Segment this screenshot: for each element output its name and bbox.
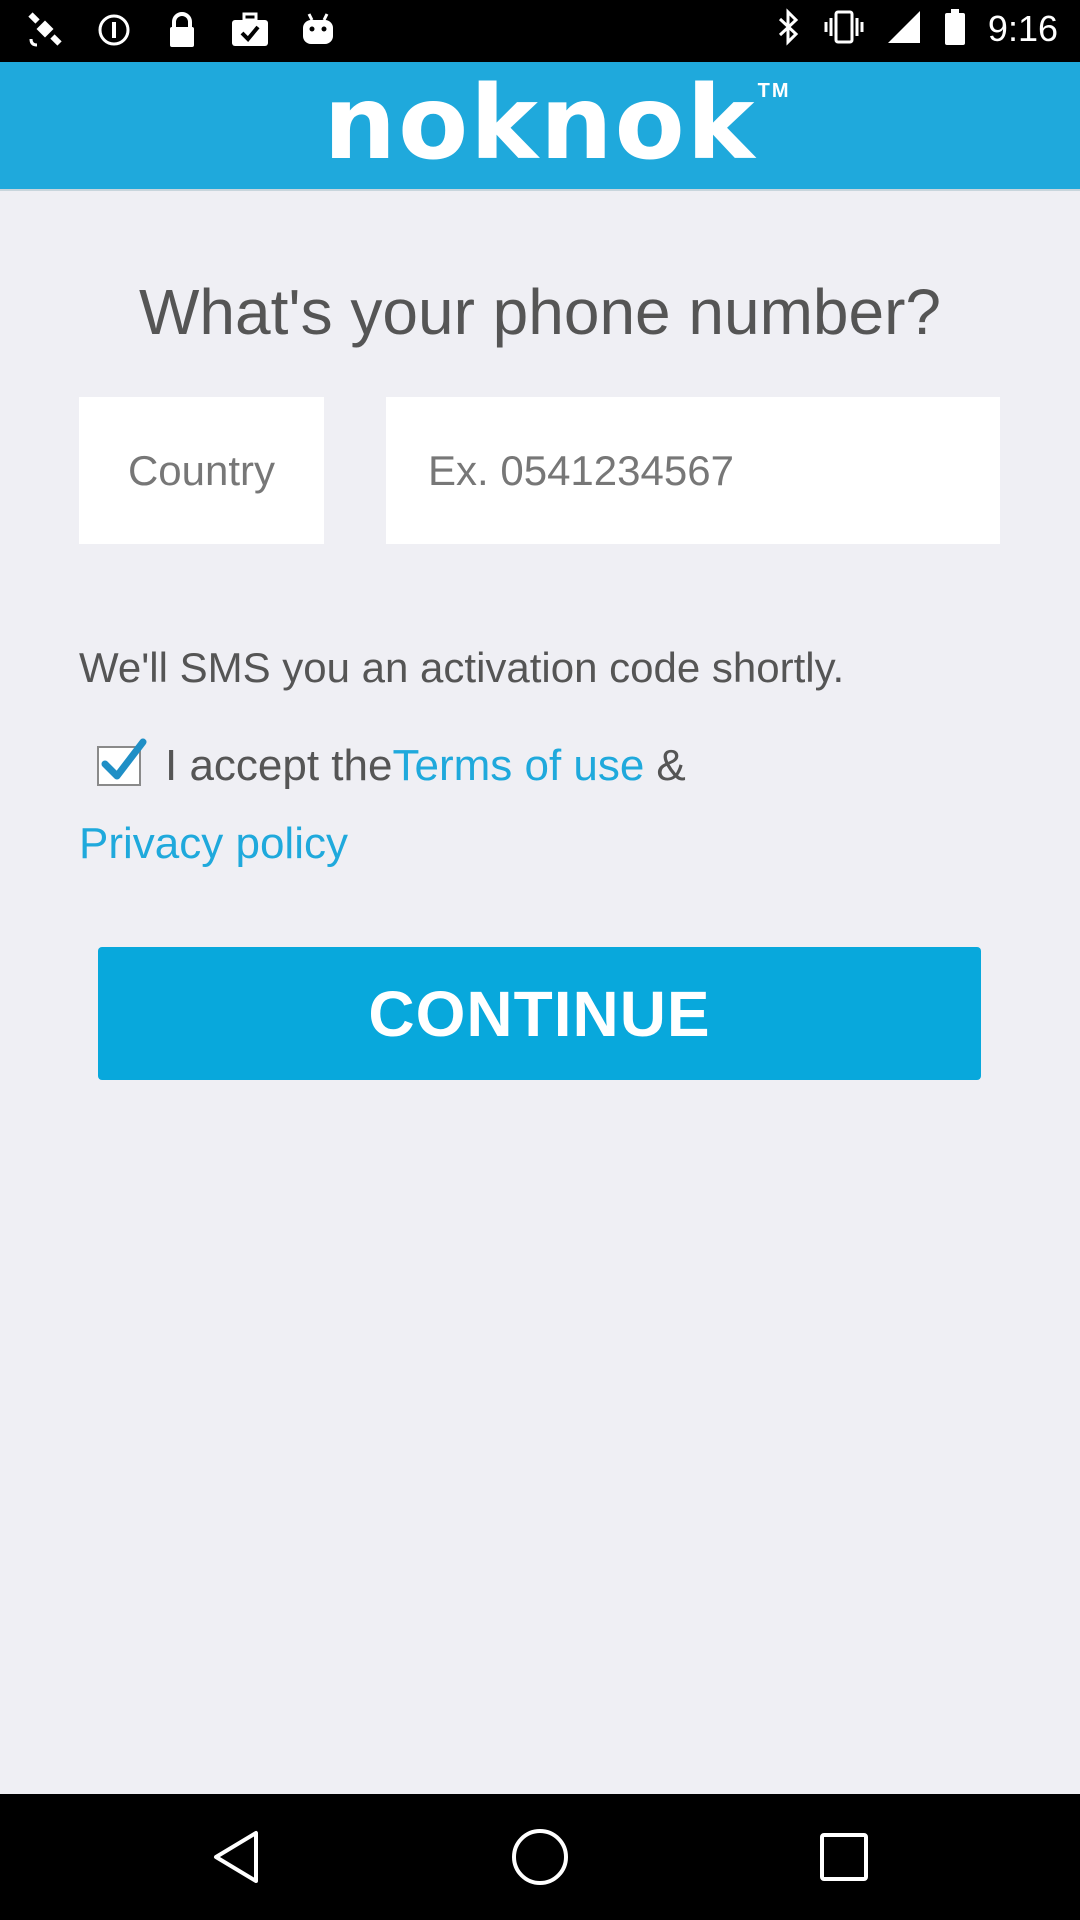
battery-icon — [944, 8, 966, 50]
vibrate-icon — [824, 8, 864, 50]
notification-icons — [26, 10, 338, 50]
accept-text: I accept the — [165, 741, 393, 790]
status-time: 9:16 — [987, 8, 1058, 49]
system-status: 9:16 — [776, 8, 1058, 50]
satellite-icon — [26, 10, 66, 50]
navigation-bar — [0, 1794, 1080, 1920]
terms-checkbox[interactable] — [97, 738, 147, 786]
briefcase-check-icon — [230, 10, 270, 50]
bluetooth-icon — [776, 8, 802, 50]
checkmark-icon — [101, 738, 147, 780]
back-icon[interactable] — [203, 1824, 269, 1890]
android-icon — [298, 10, 338, 50]
app-header: noknok TM — [0, 62, 1080, 191]
signal-icon — [886, 9, 922, 49]
terms-of-use-link[interactable]: Terms of use — [392, 741, 644, 791]
phone-number-input[interactable] — [386, 397, 1000, 544]
registration-form: What's your phone number? Country We'll … — [0, 191, 1080, 1794]
recents-icon[interactable] — [811, 1824, 877, 1890]
page-title: What's your phone number? — [139, 276, 941, 348]
app-logo: noknok TM — [323, 72, 788, 175]
lock-icon — [162, 10, 202, 50]
continue-button[interactable]: CONTINUE — [98, 947, 981, 1080]
home-icon[interactable] — [507, 1824, 573, 1890]
ampersand: & — [656, 741, 686, 790]
status-bar: 9:16 — [0, 0, 1080, 62]
terms-row: I accept the Terms of use & — [97, 738, 686, 791]
sms-info-text: We'll SMS you an activation code shortly… — [79, 644, 845, 691]
logo-text: noknok — [323, 63, 757, 183]
country-selector[interactable]: Country — [79, 397, 324, 544]
logo-trademark: TM — [757, 79, 791, 102]
privacy-policy-link[interactable]: Privacy policy — [79, 819, 348, 869]
data-saver-icon — [94, 10, 134, 50]
